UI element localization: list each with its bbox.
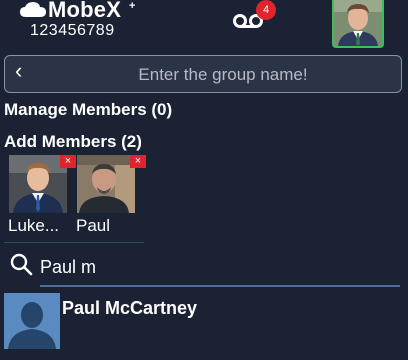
search-icon [10, 253, 33, 276]
member-chip[interactable]: × Luke... [8, 155, 76, 235]
manage-members-title: Manage Members (0) [4, 100, 173, 119]
add-members-title: Add Members (2) [4, 132, 142, 151]
search-result-row[interactable]: Paul McCartney [0, 290, 408, 360]
group-name-input[interactable] [45, 59, 401, 91]
brand-suffix: + [129, 0, 136, 12]
member-name: Paul [76, 216, 111, 235]
back-button[interactable]: ‹ [15, 58, 35, 86]
brand-name: MobeX [48, 0, 122, 22]
contact-name: Paul McCartney [62, 298, 198, 318]
members-divider [4, 242, 144, 243]
group-name-field: ‹ [4, 55, 402, 93]
phone-number: 123456789 [30, 22, 115, 39]
user-avatar[interactable] [332, 0, 384, 48]
search-underline [40, 285, 400, 287]
voicemail-count-badge: 4 [256, 0, 276, 20]
member-name: Luke... [8, 216, 60, 235]
user-avatar-photo [334, 0, 382, 46]
cloud-icon [20, 2, 46, 17]
member-avatar [9, 155, 67, 213]
member-search-input[interactable] [38, 254, 402, 280]
member-chip[interactable]: × Paul [76, 155, 146, 235]
default-avatar-icon [4, 293, 60, 349]
remove-member-button[interactable]: × [130, 155, 146, 168]
member-avatar [77, 155, 135, 213]
top-bar: MobeX + 123456789 4 [0, 0, 408, 48]
remove-member-button[interactable]: × [60, 155, 76, 168]
